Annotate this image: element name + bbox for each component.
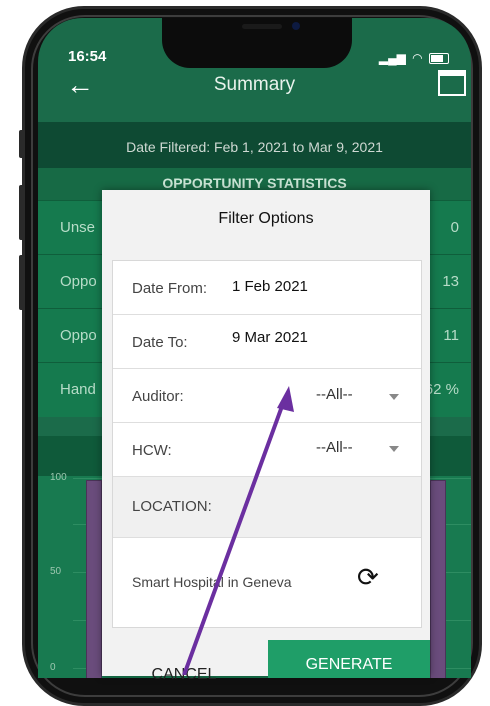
date-to-label: Date To: (132, 334, 188, 351)
phone-notch (162, 18, 352, 68)
cancel-button[interactable]: CANCEL (102, 638, 266, 683)
hcw-value[interactable]: --All-- (316, 420, 353, 476)
date-to-value[interactable]: 9 Mar 2021 (232, 310, 308, 366)
chevron-down-icon[interactable] (389, 394, 399, 400)
location-value: Smart Hospital in Geneva (132, 574, 292, 590)
auditor-label: Auditor: (132, 388, 184, 405)
chart-bar (430, 480, 446, 678)
stat-label: Oppo (60, 273, 97, 290)
date-from-row[interactable]: Date From: 1 Feb 2021 (113, 261, 421, 315)
wifi-icon: ◠ (412, 51, 423, 65)
hcw-label: HCW: (132, 442, 172, 459)
filter-form: Date From: 1 Feb 2021 Date To: 9 Mar 202… (112, 260, 422, 628)
page-title: Summary (213, 74, 296, 95)
y-tick-label: 0 (50, 662, 56, 673)
side-button (19, 185, 25, 240)
calendar-icon[interactable] (438, 70, 466, 96)
date-from-value[interactable]: 1 Feb 2021 (232, 259, 308, 315)
location-header: LOCATION: (113, 477, 421, 538)
hcw-select[interactable]: HCW: --All-- (113, 423, 421, 477)
chevron-down-icon[interactable] (389, 446, 399, 452)
auditor-select[interactable]: Auditor: --All-- (113, 369, 421, 423)
refresh-icon[interactable]: ⟳ (357, 562, 379, 592)
chart-bar (86, 480, 102, 678)
app-header: ← Summary (38, 70, 471, 120)
date-from-label: Date From: (132, 280, 208, 297)
status-icons: ▂▄▆ ◠ (379, 51, 449, 65)
battery-icon (429, 53, 449, 65)
date-filter-bar: Date Filtered: Feb 1, 2021 to Mar 9, 202… (38, 122, 471, 168)
signal-icon: ▂▄▆ (378, 51, 406, 65)
filter-options-dialog: Filter Options Date From: 1 Feb 2021 Dat… (102, 190, 430, 683)
stat-label: Unse (60, 219, 96, 236)
front-camera (292, 22, 300, 30)
stat-value: 13 (442, 273, 459, 290)
y-tick-label: 100 (50, 472, 67, 483)
stat-value: 11 (443, 327, 459, 344)
location-row[interactable]: Smart Hospital in Geneva ⟳ (113, 538, 421, 627)
location-label: LOCATION: (132, 498, 212, 515)
stat-value: 0 (450, 219, 459, 236)
stat-label: Hand (60, 381, 96, 398)
side-button (19, 130, 25, 158)
dialog-title: Filter Options (218, 210, 314, 227)
speaker-grille (242, 24, 282, 29)
side-button (19, 255, 25, 310)
stat-label: Oppo (60, 327, 97, 344)
date-to-row[interactable]: Date To: 9 Mar 2021 (113, 315, 421, 369)
status-time: 16:54 (68, 48, 107, 65)
y-tick-label: 50 (50, 566, 62, 577)
generate-button[interactable]: GENERATE (268, 640, 430, 678)
auditor-value[interactable]: --All-- (316, 367, 353, 423)
